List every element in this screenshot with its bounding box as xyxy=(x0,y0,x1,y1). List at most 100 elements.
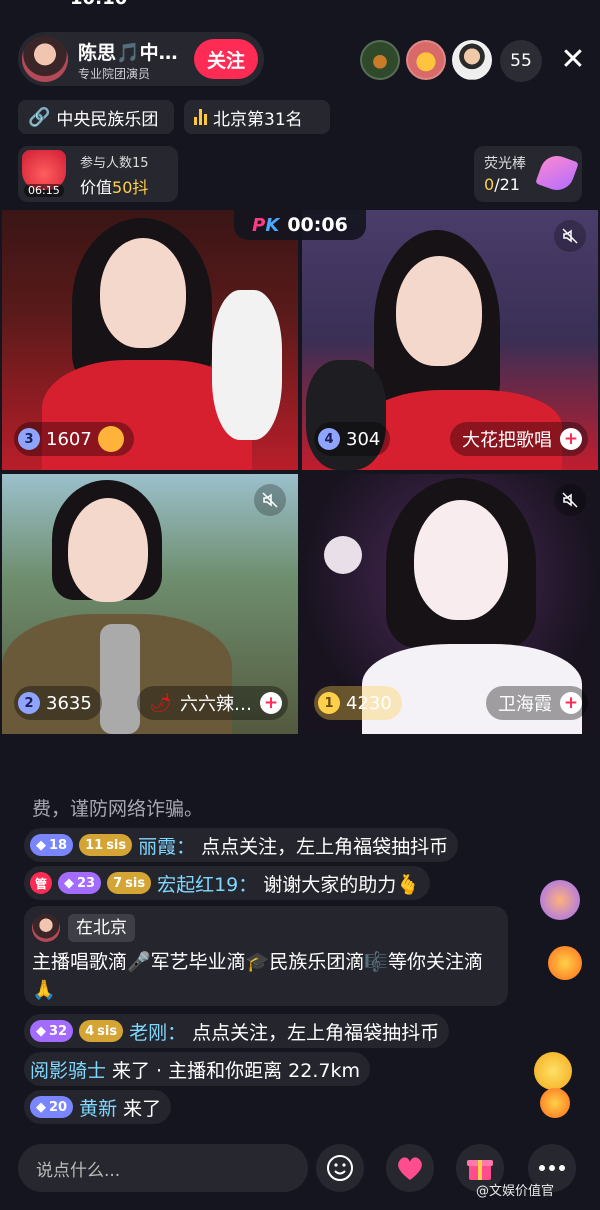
chat-text: 来了 xyxy=(123,1097,162,1120)
close-icon[interactable]: ✕ xyxy=(556,42,590,78)
video-tile[interactable]: 3 1607 xyxy=(2,210,298,470)
viewer-avatar[interactable] xyxy=(452,40,492,80)
user-level-badge: ◆ 32 xyxy=(30,1020,74,1042)
tile-streamer-name[interactable]: 🌶 六六辣… + xyxy=(137,686,288,720)
fan-club-badge: 7 sis xyxy=(107,872,152,894)
user-level-badge: ◆ 18 xyxy=(30,834,74,856)
lucky-bag-value: 价值50抖 xyxy=(80,178,149,197)
host-avatar[interactable] xyxy=(32,914,60,942)
pk-timer: 00:06 xyxy=(287,214,348,236)
rank-badge: 3 xyxy=(18,428,40,450)
pk-bar: PK 00:06 xyxy=(234,210,366,240)
streamer-face xyxy=(414,500,508,620)
bar-chart-icon xyxy=(194,109,207,125)
microphone-figure xyxy=(100,624,140,734)
lucky-bag[interactable]: 06:15 参与人数15 价值50抖 xyxy=(18,146,178,202)
streamer-face xyxy=(396,256,482,366)
pk-logo: PK xyxy=(252,214,280,236)
fan-stick-label: 荧光棒 xyxy=(484,156,526,172)
heart-icon[interactable] xyxy=(386,1144,434,1192)
plus-icon[interactable]: + xyxy=(260,692,282,714)
rank-tag-label: 北京第31名 xyxy=(213,109,303,130)
streamer-name: 大花把歌唱 xyxy=(462,430,552,451)
chat-text: 点点关注，左上角福袋抽抖币 xyxy=(201,835,449,858)
viewer-count[interactable]: 55 xyxy=(500,40,542,82)
streamer-face xyxy=(100,238,186,348)
follow-button[interactable]: 关注 xyxy=(194,39,258,79)
rank-badge: 4 xyxy=(318,428,340,450)
score-value: 304 xyxy=(346,428,381,450)
viewer-avatar[interactable] xyxy=(360,40,400,80)
tile-streamer-name[interactable]: 大花把歌唱 + xyxy=(450,422,588,456)
org-tag-label: 中央民族乐团 xyxy=(56,109,159,130)
chat-message[interactable]: ◆ 18 11 sis 丽霞： 点点关注，左上角福袋抽抖币 xyxy=(24,828,459,862)
chat-text: 谢谢大家的助力🫰 xyxy=(263,873,420,896)
streamer-name: 卫海霞 xyxy=(498,694,552,715)
status-bar: 10:10 xyxy=(0,0,600,10)
video-tile[interactable]: 4 304 大花把歌唱 + xyxy=(302,210,598,470)
fire-emoji-icon xyxy=(540,1088,570,1118)
user-level-badge: ◆ 23 xyxy=(58,872,102,894)
system-notice: 费，谨防网络诈骗。 xyxy=(32,798,204,820)
fire-emoji-icon xyxy=(548,946,582,980)
chat-message[interactable]: ◆ 32 4 sis 老刚： 点点关注，左上角福袋抽抖币 xyxy=(24,1014,450,1048)
chat-username[interactable]: 老刚： xyxy=(129,1018,186,1045)
org-tag[interactable]: 🔗 中央民族乐团 xyxy=(18,100,174,134)
chat-message[interactable]: ◆ 20 黄新 来了 xyxy=(24,1090,172,1124)
mute-icon[interactable] xyxy=(554,220,586,252)
fan-stick-progress: 0/21 xyxy=(484,175,520,194)
fan-club-badge: 4 sis xyxy=(79,1020,124,1042)
chat-message[interactable]: 管 ◆ 23 7 sis 宏起红19： 谢谢大家的助力🫰 xyxy=(24,866,430,900)
mute-icon[interactable] xyxy=(554,484,586,516)
angry-emoji-icon xyxy=(97,426,124,452)
streamer-name: 六六辣… xyxy=(180,694,252,715)
fan-stick[interactable]: 荧光棒 0/21 xyxy=(474,146,582,202)
host-chat-message[interactable]: 在北京 主播唱歌滴🎤军艺毕业滴🎓民族乐团滴🎼等你关注滴🙏 xyxy=(24,906,508,1006)
parrot-figure xyxy=(212,290,282,440)
wand-icon xyxy=(535,151,579,195)
link-icon: 🔗 xyxy=(28,106,51,128)
chat-username[interactable]: 黄新 xyxy=(79,1094,117,1121)
comment-input[interactable]: 说点什么... xyxy=(18,1144,308,1192)
chat-message[interactable]: 阅影骑士 来了 · 主播和你距离 22.7km xyxy=(24,1052,370,1086)
plus-icon[interactable]: + xyxy=(560,428,582,450)
tile-score: 1 4230 xyxy=(314,686,402,720)
tile-score: 3 1607 xyxy=(14,422,134,456)
host-subtitle: 专业院团演员 xyxy=(78,67,151,81)
host-info[interactable]: 陈思🎵中… 专业院团演员 关注 xyxy=(18,32,264,86)
chat-username[interactable]: 丽霞： xyxy=(138,832,195,859)
chat-username[interactable]: 阅影骑士 xyxy=(30,1056,106,1083)
location-tag: 在北京 xyxy=(68,914,135,942)
emoji-icon[interactable] xyxy=(316,1144,364,1192)
chat-username[interactable]: 宏起红19： xyxy=(157,870,257,897)
laugh-emoji-icon xyxy=(534,1052,572,1090)
video-tile[interactable]: 1 4230 卫海霞 + xyxy=(302,474,598,734)
host-avatar[interactable] xyxy=(22,36,68,82)
rank-badge: 2 xyxy=(18,692,40,714)
viewer-avatar[interactable] xyxy=(406,40,446,80)
fan-club-badge: 11 sis xyxy=(79,834,133,856)
chat-text: 主播唱歌滴🎤军艺毕业滴🎓民族乐团滴🎼等你关注滴🙏 xyxy=(32,951,483,1001)
user-level-badge: ◆ 20 xyxy=(30,1096,74,1118)
host-name: 陈思🎵中… xyxy=(78,42,178,64)
score-value: 4230 xyxy=(346,692,392,714)
reaction-sticker xyxy=(540,880,580,920)
rank-tag[interactable]: 北京第31名 xyxy=(184,100,330,134)
status-time: 10:10 xyxy=(70,0,127,9)
tile-score: 2 3635 xyxy=(14,686,102,720)
score-value: 3635 xyxy=(46,692,92,714)
tile-score: 4 304 xyxy=(314,422,391,456)
watermark: @文娱价值官 xyxy=(476,1184,555,1199)
rank-badge: 1 xyxy=(318,692,340,714)
mute-icon[interactable] xyxy=(254,484,286,516)
tile-streamer-name[interactable]: 卫海霞 + xyxy=(486,686,588,720)
lucky-bag-participants: 参与人数15 xyxy=(80,156,149,171)
moon-figure xyxy=(324,536,362,574)
lucky-bag-timer: 06:15 xyxy=(24,184,64,197)
video-tile[interactable]: 2 3635 🌶 六六辣… + xyxy=(2,474,298,734)
score-value: 1607 xyxy=(46,428,92,450)
plus-icon[interactable]: + xyxy=(560,692,582,714)
admin-badge: 管 xyxy=(30,872,52,894)
chili-icon: 🌶 xyxy=(149,692,172,714)
streamer-face xyxy=(68,498,148,602)
